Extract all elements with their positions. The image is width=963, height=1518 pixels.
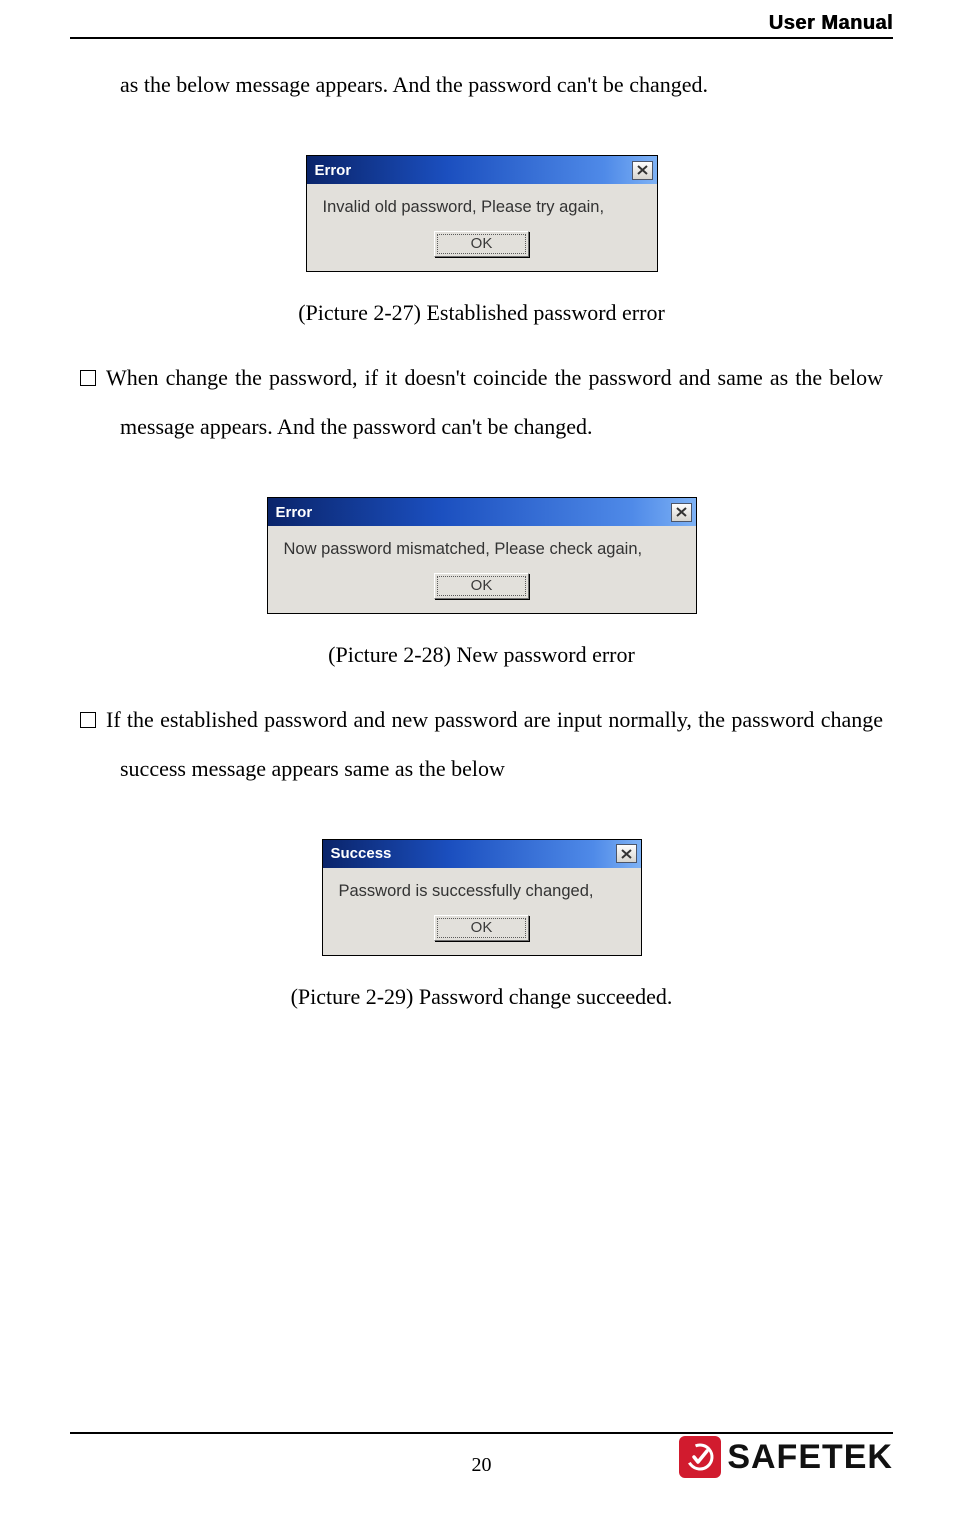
dialog-body: Password is successfully changed, OK — [323, 868, 641, 955]
dialog-body: Now password mismatched, Please check ag… — [268, 526, 696, 613]
figure-2: Error Now password mismatched, Please ch… — [70, 497, 893, 668]
ok-button[interactable]: OK — [434, 231, 529, 257]
figure-2-caption: (Picture 2-28) New password error — [70, 642, 893, 668]
paragraph-3: If the established password and new pass… — [80, 696, 883, 793]
footer-divider — [70, 1432, 893, 1434]
dialog-message: Password is successfully changed, — [337, 880, 627, 915]
brand-mark-icon — [679, 1436, 721, 1478]
page-header-title: User Manual — [70, 0, 893, 37]
dialog-title: Error — [276, 504, 313, 521]
close-icon — [621, 849, 632, 859]
ok-button[interactable]: OK — [434, 573, 529, 599]
brand-logo: SAFETEK — [679, 1436, 893, 1478]
dialog-title: Success — [331, 845, 392, 862]
dialog-message: Invalid old password, Please try again, — [321, 196, 643, 231]
dialog-titlebar: Success — [323, 840, 641, 868]
close-button[interactable] — [671, 503, 692, 522]
success-dialog: Success Password is successfully changed… — [322, 839, 642, 956]
close-icon — [676, 507, 687, 517]
error-dialog-1: Error Invalid old password, Please try a… — [306, 155, 658, 272]
dialog-titlebar: Error — [268, 498, 696, 526]
brand-name: SAFETEK — [727, 1438, 893, 1477]
ok-button[interactable]: OK — [434, 915, 529, 941]
figure-1: Error Invalid old password, Please try a… — [70, 155, 893, 326]
page-footer: 20 SAFETEK — [70, 1432, 893, 1488]
figure-3: Success Password is successfully changed… — [70, 839, 893, 1010]
dialog-body: Invalid old password, Please try again, … — [307, 184, 657, 271]
dialog-message: Now password mismatched, Please check ag… — [282, 538, 682, 573]
paragraph-1: as the below message appears. And the pa… — [80, 61, 883, 109]
dialog-titlebar: Error — [307, 156, 657, 184]
error-dialog-2: Error Now password mismatched, Please ch… — [267, 497, 697, 614]
close-button[interactable] — [616, 844, 637, 863]
figure-1-caption: (Picture 2-27) Established password erro… — [70, 300, 893, 326]
paragraph-2: When change the password, if it doesn't … — [80, 354, 883, 451]
page-number: 20 — [472, 1454, 492, 1477]
dialog-title: Error — [315, 162, 352, 179]
header-divider — [70, 37, 893, 39]
close-button[interactable] — [632, 161, 653, 180]
close-icon — [637, 165, 648, 175]
figure-3-caption: (Picture 2-29) Password change succeeded… — [70, 984, 893, 1010]
